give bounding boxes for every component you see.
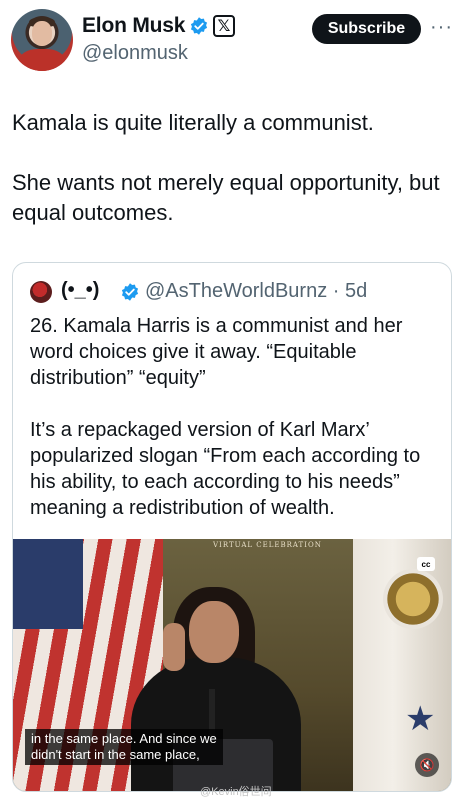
- avatar-face: [32, 21, 52, 46]
- video-banner-text: VIRTUAL CELEBRATION: [213, 541, 322, 549]
- avatar-body: [19, 49, 65, 71]
- speaker-hand: [163, 623, 185, 671]
- tweet-header: Elon Musk 𝕏 @elonmusk Subscribe ···: [0, 0, 464, 80]
- video-caption: in the same place. And since we didn't s…: [25, 729, 223, 765]
- author-avatar[interactable]: [11, 9, 73, 71]
- verified-badge-icon: [121, 283, 139, 301]
- quoted-paragraph: 26. Kamala Harris is a communist and her…: [30, 315, 403, 389]
- quoted-author-handle-time: @AsTheWorldBurnz · 5d: [145, 280, 368, 302]
- watermark: @Kevin俗世间: [200, 786, 272, 798]
- flag-star: ★: [405, 700, 436, 738]
- speaker-face: [189, 601, 239, 663]
- quoted-author-avatar: [30, 281, 52, 303]
- flag-seal: [383, 569, 443, 629]
- x-affiliation-icon: 𝕏: [213, 15, 235, 37]
- quoted-tweet-card[interactable]: (•_•) @AsTheWorldBurnz · 5d 26. Kamala H…: [12, 262, 452, 792]
- quoted-tweet-text: 26. Kamala Harris is a communist and her…: [30, 313, 446, 521]
- author-handle[interactable]: @elonmusk: [82, 42, 188, 65]
- video-player[interactable]: ★ VIRTUAL CELEBRATION cc in the same pla…: [13, 539, 451, 791]
- mute-icon[interactable]: 🔇: [415, 753, 439, 777]
- flag-canton: [13, 539, 83, 629]
- quoted-author-name: (•_•): [61, 279, 100, 301]
- more-options-icon[interactable]: ···: [430, 16, 453, 39]
- caption-line: in the same place. And since we: [31, 731, 217, 746]
- tweet-paragraph: She wants not merely equal opportunity, …: [12, 170, 440, 225]
- quoted-paragraph: It’s a repackaged version of Karl Marx’ …: [30, 419, 421, 519]
- verified-badge-icon: [190, 17, 208, 35]
- tweet-paragraph: Kamala is quite literally a communist.: [12, 110, 374, 135]
- tweet-text: Kamala is quite literally a communist. S…: [12, 108, 452, 228]
- closed-captions-icon[interactable]: cc: [417, 557, 435, 571]
- caption-line: didn't start in the same place,: [31, 747, 200, 762]
- author-name[interactable]: Elon Musk: [82, 14, 185, 38]
- subscribe-button[interactable]: Subscribe: [312, 14, 421, 44]
